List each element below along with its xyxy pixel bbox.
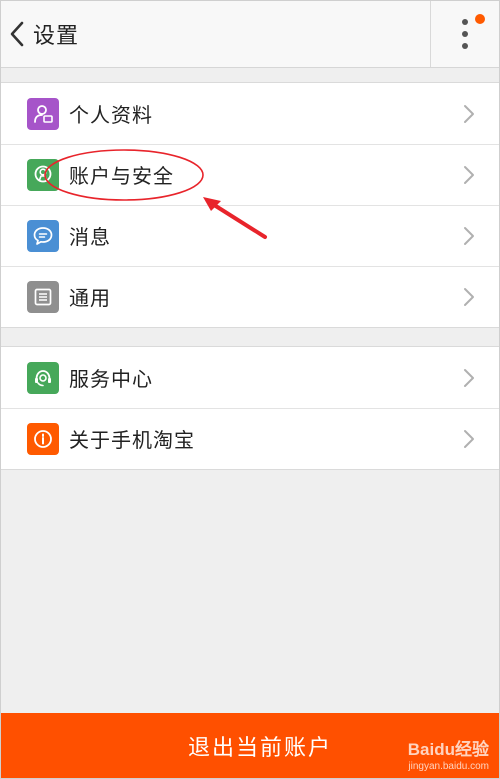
chevron-right-icon — [464, 165, 474, 184]
info-icon — [27, 422, 59, 455]
chevron-left-icon — [10, 21, 24, 47]
settings-item-general[interactable]: 通用 — [1, 266, 499, 327]
chevron-right-icon — [464, 429, 474, 448]
chevron-right-icon — [464, 226, 474, 245]
chevron-right-icon — [464, 368, 474, 387]
settings-item-account-security[interactable]: 账户与安全 — [1, 144, 499, 205]
settings-item-label: 服务中心 — [69, 367, 153, 391]
app-header: 设置 — [1, 1, 499, 68]
more-menu-button[interactable] — [430, 1, 499, 67]
settings-item-label: 通用 — [69, 286, 111, 310]
chat-bubble-icon — [27, 219, 59, 252]
settings-item-label: 个人资料 — [69, 103, 153, 127]
page-title: 设置 — [33, 24, 80, 49]
settings-item-label: 账户与安全 — [69, 164, 174, 188]
settings-item-messages[interactable]: 消息 — [1, 205, 499, 266]
user-card-icon — [27, 97, 59, 130]
settings-item-about[interactable]: 关于手机淘宝 — [1, 408, 499, 469]
settings-item-label: 消息 — [69, 225, 111, 249]
chevron-right-icon — [464, 287, 474, 306]
chevron-right-icon — [464, 104, 474, 123]
settings-item-profile[interactable]: 个人资料 — [1, 83, 499, 144]
settings-item-service-center[interactable]: 服务中心 — [1, 347, 499, 408]
settings-group-2: 服务中心 关于手机淘宝 — [1, 346, 499, 470]
headset-icon — [27, 361, 59, 394]
shield-user-icon — [27, 158, 59, 191]
logout-button[interactable]: 退出当前账户 — [1, 713, 499, 778]
logout-label: 退出当前账户 — [187, 735, 332, 761]
settings-grid-icon — [27, 280, 59, 313]
settings-group-1: 个人资料 账户与安全 消息 通用 — [1, 82, 499, 328]
back-button[interactable]: 设置 — [7, 13, 79, 55]
notification-badge — [475, 14, 485, 24]
more-dots-icon — [461, 19, 469, 49]
settings-item-label: 关于手机淘宝 — [69, 428, 195, 452]
